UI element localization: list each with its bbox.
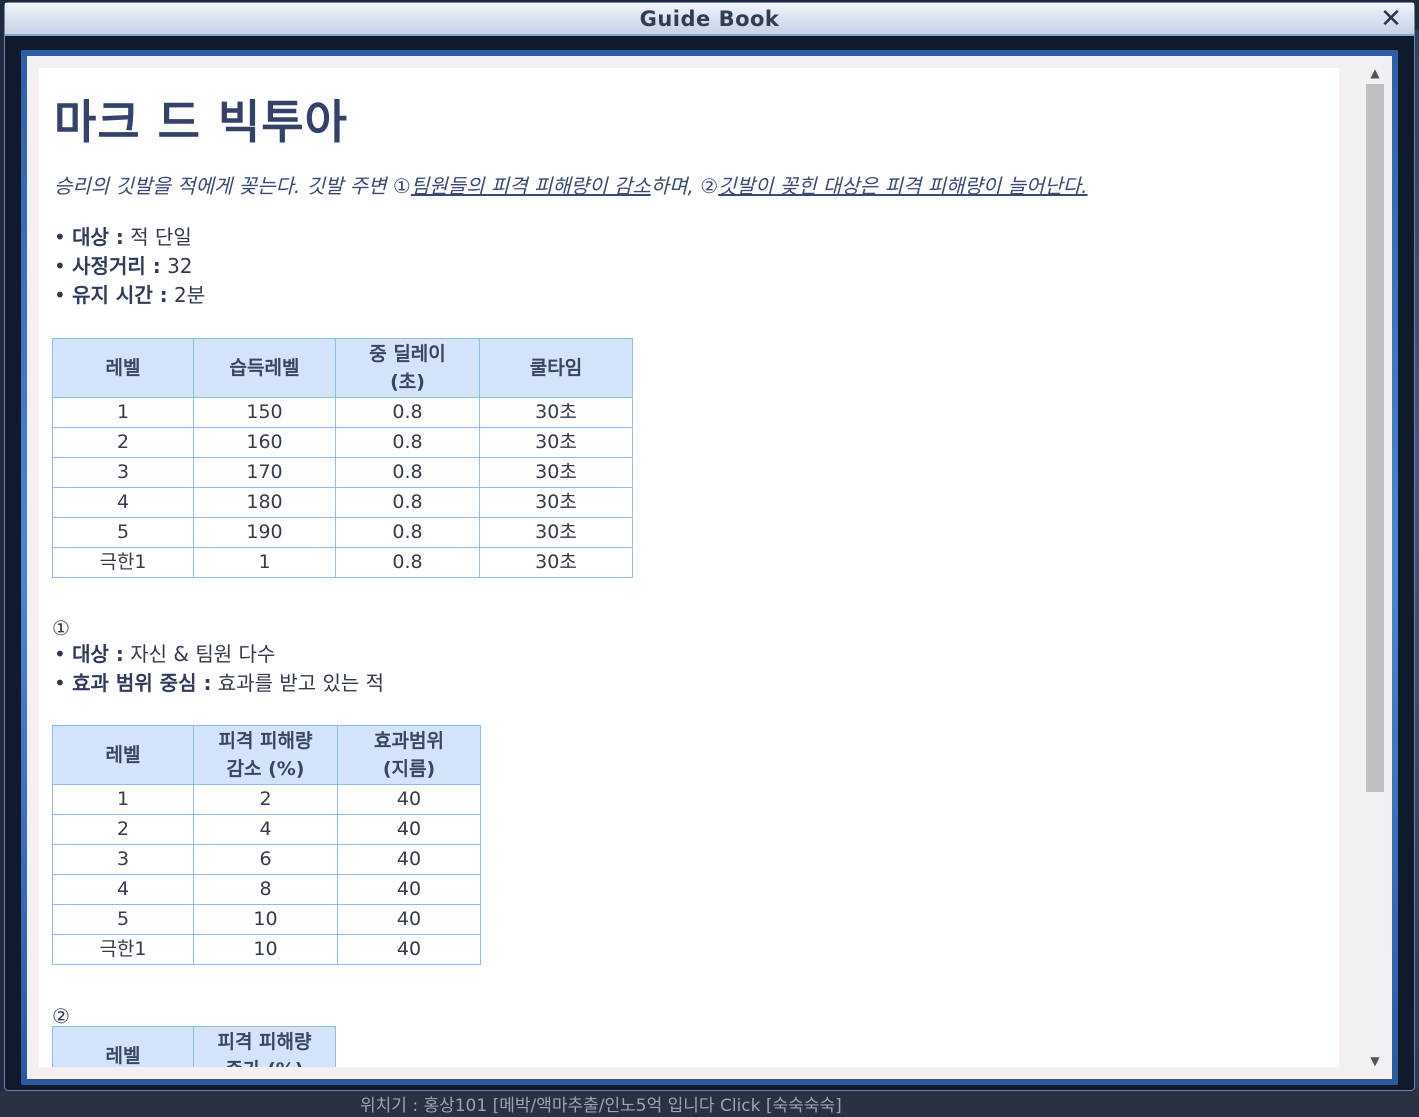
table-row: 극한1 1 0.8 30초: [52, 547, 633, 578]
table-row: 1 2 40: [52, 784, 481, 815]
info-item-target: • 대상 : 적 단일: [54, 225, 192, 249]
info-value: 효과를 받고 있는 적: [211, 671, 385, 695]
effect-1-table: 레벨 피격 피해량 감소 (%) 효과범위 (지름) 1 2 40 2 4 40 3 6 40 …: [52, 725, 481, 965]
info-label: 대상 :: [72, 642, 124, 666]
info-label: 효과 범위 중심 :: [72, 671, 212, 695]
info-label: 사정거리 :: [72, 254, 161, 278]
window-frame: 마크 드 빅투아 승리의 깃발을 적에게 꽂는다. 깃발 주변 ①팀원들의 피격…: [21, 50, 1398, 1085]
table-row: 2 160 0.8 30초: [52, 427, 633, 458]
description-link-1: 팀원들의 피격 피해량이 감소: [410, 174, 651, 198]
guide-content[interactable]: 마크 드 빅투아 승리의 깃발을 적에게 꽂는다. 깃발 주변 ①팀원들의 피격…: [39, 68, 1339, 1067]
info-label: 대상 :: [72, 225, 124, 249]
info-label: 유지 시간 :: [72, 283, 168, 307]
table-row: 2 4 40: [52, 814, 481, 845]
header-level: 레벨: [52, 725, 194, 785]
page-title: 마크 드 빅투아: [54, 95, 348, 149]
table-header-row: 레벨 피격 피해량증가 (%): [52, 1026, 336, 1067]
table-row: 3 6 40: [52, 844, 481, 875]
header-effect-range: 효과범위 (지름): [337, 725, 481, 785]
effect-1-marker: ①: [52, 616, 70, 640]
table-row: 1 150 0.8 30초: [52, 397, 633, 428]
window-title: Guide Book: [639, 7, 780, 31]
scroll-track[interactable]: [1366, 84, 1384, 1050]
info-item-center: • 효과 범위 중심 : 효과를 받고 있는 적: [54, 671, 385, 695]
header-damage-reduction: 피격 피해량 감소 (%): [193, 725, 338, 785]
scroll-thumb[interactable]: [1366, 84, 1384, 792]
header-level: 레벨: [52, 338, 194, 398]
description-text: 승리의 깃발을 적에게 꽂는다. 깃발 주변 ①: [54, 174, 411, 198]
guide-book-window: Guide Book ✕ 마크 드 빅투아 승리의 깃발을 적에게 꽂는다. 깃…: [4, 2, 1415, 1091]
skill-info-list: • 대상 : 적 단일 • 사정거리 : 32 • 유지 시간 : 2분: [54, 223, 205, 310]
info-value: 2분: [167, 283, 206, 307]
info-item-target: • 대상 : 자신 & 팀원 다수: [54, 642, 276, 666]
description-text-mid: 하며, ②: [650, 174, 719, 198]
table-row: 5 190 0.8 30초: [52, 517, 633, 548]
info-value: 32: [160, 254, 193, 278]
close-icon[interactable]: ✕: [1378, 5, 1404, 33]
effect-2-table: 레벨 피격 피해량증가 (%): [52, 1026, 336, 1067]
header-damage-increase: 피격 피해량증가 (%): [193, 1026, 336, 1067]
skill-description: 승리의 깃발을 적에게 꽂는다. 깃발 주변 ①팀원들의 피격 피해량이 감소하…: [54, 170, 1088, 199]
header-cooldown: 쿨타임: [479, 338, 633, 398]
table-row: 극한1 10 40: [52, 934, 481, 965]
header-delay: 중 딜레이 (초): [335, 338, 480, 398]
title-bar[interactable]: Guide Book ✕: [5, 3, 1414, 36]
content-panel: 마크 드 빅투아 승리의 깃발을 적에게 꽂는다. 깃발 주변 ①팀원들의 피격…: [27, 56, 1392, 1079]
header-learn-level: 습득레벨: [193, 338, 336, 398]
info-value: 적 단일: [123, 225, 192, 249]
table-row: 5 10 40: [52, 904, 481, 935]
effect-1-info-list: • 대상 : 자신 & 팀원 다수 • 효과 범위 중심 : 효과를 받고 있는…: [54, 640, 384, 698]
background-status-bar: 위치기 : 홍상101 [메박/액마추출/인노5억 입니다 Click [숙숙숙…: [0, 1091, 1419, 1117]
scroll-up-icon[interactable]: ▲: [1364, 64, 1386, 82]
scroll-down-icon[interactable]: ▼: [1364, 1052, 1386, 1070]
description-link-2: 깃발이 꽂힌 대상은 피격 피해량이 늘어난다.: [718, 174, 1088, 198]
skill-level-table: 레벨 습득레벨 중 딜레이 (초) 쿨타임 1 150 0.8 30초 2 160 0.8 3…: [52, 338, 633, 578]
vertical-scrollbar[interactable]: ▲ ▼: [1364, 64, 1386, 1070]
table-header-row: 레벨 피격 피해량 감소 (%) 효과범위 (지름): [52, 725, 481, 785]
info-item-duration: • 유지 시간 : 2분: [54, 283, 206, 307]
info-item-range: • 사정거리 : 32: [54, 254, 193, 278]
background-status-text: 위치기 : 홍상101 [메박/액마추출/인노5억 입니다 Click [숙숙숙…: [360, 1096, 842, 1116]
table-header-row: 레벨 습득레벨 중 딜레이 (초) 쿨타임: [52, 338, 633, 398]
table-row: 4 180 0.8 30초: [52, 487, 633, 518]
table-row: 3 170 0.8 30초: [52, 457, 633, 488]
table-row: 4 8 40: [52, 874, 481, 905]
header-level: 레벨: [52, 1026, 194, 1067]
info-value: 자신 & 팀원 다수: [123, 642, 276, 666]
effect-2-marker: ②: [52, 1004, 70, 1028]
